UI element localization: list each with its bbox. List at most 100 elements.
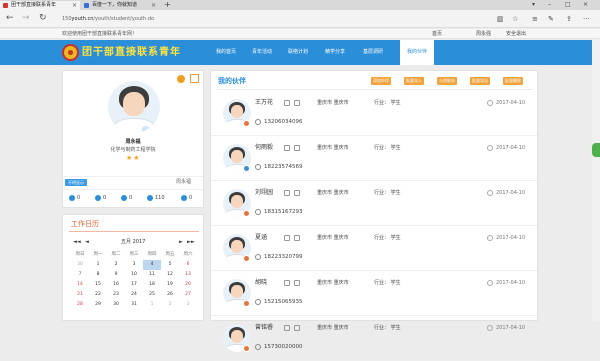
calendar-day[interactable]: 4: [143, 260, 161, 270]
calendar-day[interactable]: 8: [89, 270, 107, 280]
calendar-day[interactable]: 23: [107, 290, 125, 300]
user-link[interactable]: 周永强: [476, 29, 491, 39]
nav-home[interactable]: 我的首页: [208, 40, 244, 65]
delete-icon[interactable]: [294, 100, 300, 106]
edit-icon[interactable]: [284, 325, 290, 331]
browser-tab-1[interactable]: 团干部直接联系青年 ×: [0, 1, 80, 10]
calendar-day[interactable]: 31: [125, 300, 143, 310]
partner-row[interactable]: 夏涵 重庆市 重庆市 行业： 学生 2017-04-10 18223320799: [211, 226, 537, 271]
calendar-day[interactable]: 11: [143, 270, 161, 280]
delete-icon[interactable]: [294, 325, 300, 331]
share-icon[interactable]: ⇪: [566, 14, 572, 24]
partner-row[interactable]: 王万花 重庆市 重庆市 行业： 学生 2017-04-10 13206034096: [211, 91, 537, 136]
calendar-day[interactable]: 1: [143, 300, 161, 310]
nav-research[interactable]: 基层调研: [354, 40, 392, 65]
partner-name[interactable]: 何雨毅: [255, 144, 273, 152]
calendar-day[interactable]: 9: [107, 270, 125, 280]
nav-contact-plan[interactable]: 联络计划: [280, 40, 316, 65]
calendar-day[interactable]: 14: [71, 280, 89, 290]
calendar-day[interactable]: 2: [107, 260, 125, 270]
calendar-day[interactable]: 2: [161, 300, 179, 310]
calendar-day[interactable]: 6: [179, 260, 197, 270]
calendar-day[interactable]: 19: [161, 280, 179, 290]
partner-name[interactable]: 曾铭睿: [255, 324, 273, 332]
maximize-icon[interactable]: □: [565, 0, 571, 10]
address-bar[interactable]: 150youth.cn/youth/student/youth.do: [62, 14, 154, 24]
browser-tab-2[interactable]: 百度一下，你就知道 ×: [81, 1, 159, 10]
delete-icon[interactable]: [294, 235, 300, 241]
stat-2[interactable]: 0: [95, 194, 106, 202]
calendar-day[interactable]: 20: [179, 280, 197, 290]
partner-row[interactable]: 何雨毅 重庆市 重庆市 行业： 学生 2017-04-10 18223574569: [211, 136, 537, 181]
hub-icon[interactable]: ≡: [532, 14, 538, 24]
delete-icon[interactable]: [294, 280, 300, 286]
export-button[interactable]: 批量导出: [470, 77, 490, 85]
calendar-day[interactable]: 16: [107, 280, 125, 290]
calendar-day[interactable]: 21: [71, 290, 89, 300]
page-scrollbar[interactable]: [592, 39, 600, 321]
calendar-day[interactable]: 29: [89, 300, 107, 310]
reading-view-icon[interactable]: ▥: [497, 14, 504, 24]
minimize-icon[interactable]: –: [548, 0, 551, 10]
calendar-day[interactable]: 13: [179, 270, 197, 280]
partner-row[interactable]: 胡晓 重庆市 重庆市 行业： 学生 2017-04-10 15215065935: [211, 271, 537, 316]
calendar-day[interactable]: 5: [161, 260, 179, 270]
site-logo-text[interactable]: 团干部直接联系青年: [82, 46, 181, 59]
tab-close-icon[interactable]: ×: [72, 1, 77, 10]
next-month-button[interactable]: ►: [179, 239, 183, 246]
badge-icon[interactable]: [177, 75, 185, 83]
stat-4[interactable]: 110: [147, 194, 165, 202]
calendar-day[interactable]: 30: [107, 300, 125, 310]
partner-row[interactable]: 刘翊园 重庆市 重庆市 行业： 学生 2017-04-10 18315167293: [211, 181, 537, 226]
side-float-tab[interactable]: [592, 143, 600, 157]
prev-month-button[interactable]: ◄: [85, 239, 89, 246]
calendar-day[interactable]: 26: [161, 290, 179, 300]
calendar-day[interactable]: 30: [71, 260, 89, 270]
partner-name[interactable]: 王万花: [255, 99, 273, 107]
calendar-day[interactable]: 15: [89, 280, 107, 290]
nav-share[interactable]: 精学分享: [316, 40, 354, 65]
partner-name[interactable]: 夏涵: [255, 234, 267, 242]
prev-year-button[interactable]: ◄◄: [73, 239, 81, 246]
nav-my-partners[interactable]: 我的伙伴: [400, 40, 434, 65]
tab-close-icon[interactable]: ×: [151, 1, 156, 10]
forward-icon[interactable]: →: [22, 13, 30, 24]
edit-icon[interactable]: [284, 145, 290, 151]
calendar-day[interactable]: 3: [125, 260, 143, 270]
calendar-day[interactable]: 18: [143, 280, 161, 290]
batch-delete-button[interactable]: 批量删除: [503, 77, 523, 85]
calendar-day[interactable]: 3: [179, 300, 197, 310]
add-partner-button[interactable]: 添加伙伴: [371, 77, 391, 85]
stat-5[interactable]: 0: [181, 194, 192, 202]
favorite-star-icon[interactable]: ☆: [512, 14, 518, 24]
new-tab-button[interactable]: +: [164, 0, 171, 10]
calendar-day[interactable]: 22: [89, 290, 107, 300]
edit-icon[interactable]: [284, 235, 290, 241]
partner-name[interactable]: 刘翊园: [255, 189, 273, 197]
import-button[interactable]: 批量导入: [404, 77, 424, 85]
calendar-day[interactable]: 28: [71, 300, 89, 310]
partner-row[interactable]: 曾铭睿 重庆市 重庆市 行业： 学生 2017-04-10 15730020000: [211, 316, 537, 361]
calendar-day[interactable]: 1: [89, 260, 107, 270]
edit-icon[interactable]: [284, 100, 290, 106]
tab-list-icon[interactable]: ▾: [532, 0, 535, 10]
more-icon[interactable]: ···: [583, 14, 590, 24]
close-window-icon[interactable]: ×: [583, 0, 588, 10]
edit-icon[interactable]: [284, 280, 290, 286]
calendar-day[interactable]: 10: [125, 270, 143, 280]
status-tag[interactable]: 不明显示: [65, 179, 87, 186]
calendar-day[interactable]: 24: [125, 290, 143, 300]
nav-activities[interactable]: 青年活动: [244, 40, 280, 65]
calendar-day[interactable]: 12: [161, 270, 179, 280]
next-year-button[interactable]: ►►: [187, 239, 195, 246]
logout-link[interactable]: 安全退出: [506, 29, 526, 39]
refresh-icon[interactable]: ↻: [39, 13, 47, 24]
back-icon[interactable]: ←: [6, 13, 14, 24]
delete-icon[interactable]: [294, 145, 300, 151]
calendar-day[interactable]: 17: [125, 280, 143, 290]
calendar-day[interactable]: 27: [179, 290, 197, 300]
edit-profile-icon[interactable]: [190, 74, 199, 83]
stat-3[interactable]: 0: [121, 194, 132, 202]
notes-icon[interactable]: ✎: [548, 14, 554, 24]
edit-icon[interactable]: [284, 190, 290, 196]
